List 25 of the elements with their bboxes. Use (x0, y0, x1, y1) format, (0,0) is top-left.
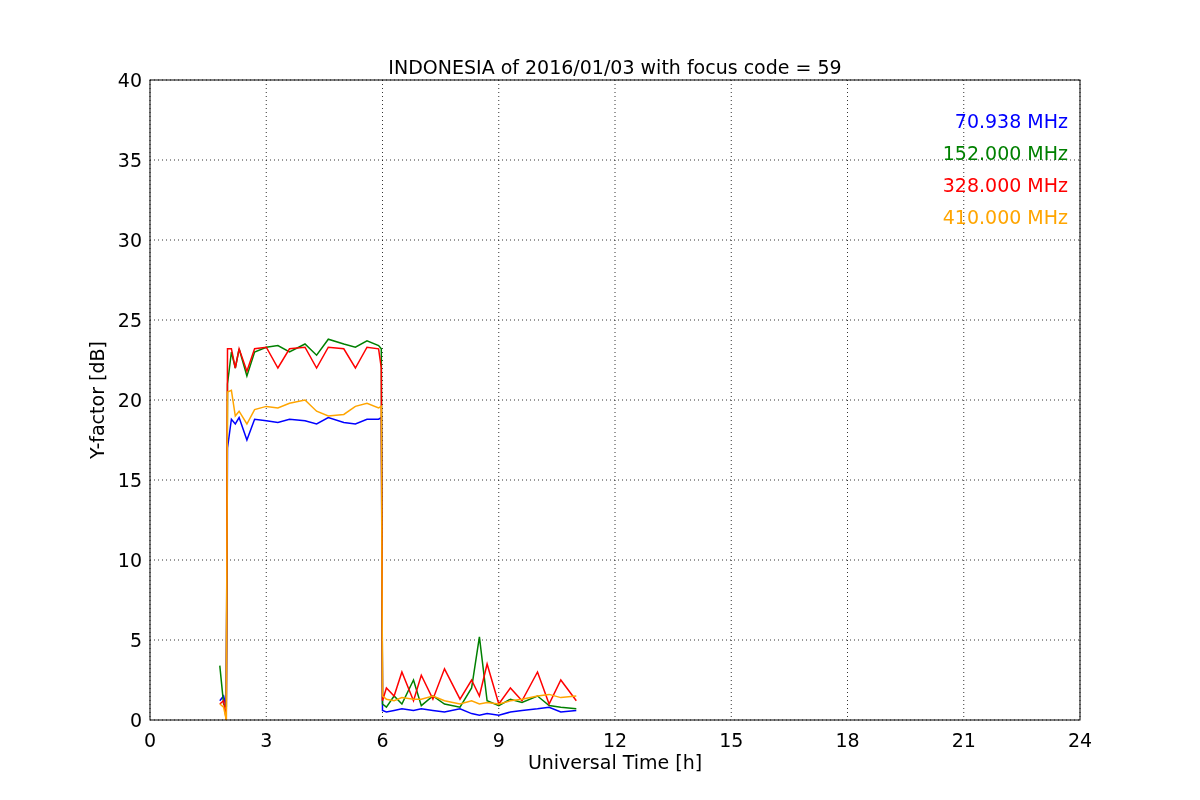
x-tick-label: 15 (719, 729, 744, 751)
legend-label: 328.000 MHz (942, 174, 1068, 196)
x-tick-label: 3 (260, 729, 273, 751)
y-tick-label: 0 (129, 709, 142, 731)
x-tick-label: 21 (951, 729, 976, 751)
y-tick-label: 15 (117, 469, 142, 491)
x-tick-label: 6 (376, 729, 389, 751)
x-tick-label: 18 (835, 729, 860, 751)
y-tick-label: 35 (117, 149, 142, 171)
x-tick-label: 12 (602, 729, 628, 751)
x-tick-label: 9 (492, 729, 505, 751)
y-axis-label: Y-factor [dB] (86, 341, 108, 459)
y-tick-label: 20 (117, 389, 142, 411)
y-tick-label: 40 (117, 69, 142, 91)
legend-label: 152.000 MHz (942, 142, 1068, 164)
y-tick-label: 10 (117, 549, 142, 571)
legend-label: 70.938 MHz (954, 110, 1068, 132)
y-tick-label: 5 (129, 629, 142, 651)
x-tick-label: 24 (1067, 729, 1093, 751)
x-axis-label: Universal Time [h] (527, 751, 703, 773)
chart-title: INDONESIA of 2016/01/03 with focus code = 59 (388, 56, 842, 78)
x-tick-label: 0 (143, 729, 157, 751)
y-tick-label: 30 (117, 229, 142, 251)
y-tick-label: 25 (117, 309, 142, 331)
legend-label: 410.000 MHz (942, 206, 1068, 228)
